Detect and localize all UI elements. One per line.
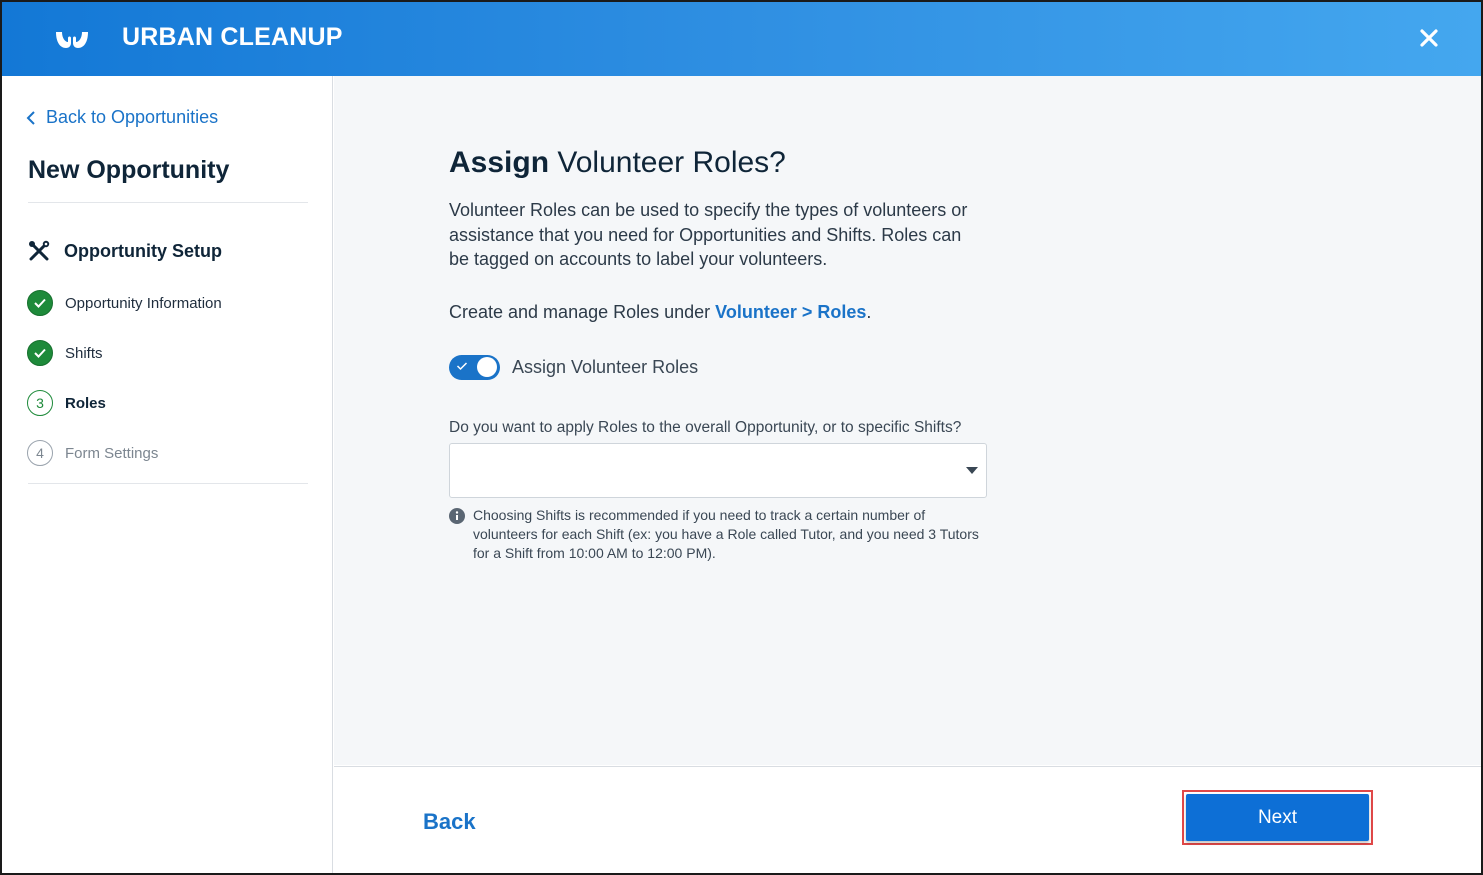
- close-button[interactable]: [1415, 24, 1443, 52]
- heading-rest: Volunteer Roles?: [549, 146, 786, 179]
- app-title: URBAN CLEANUP: [122, 23, 343, 51]
- page-title: New Opportunity: [28, 156, 230, 184]
- manage-roles-text: Create and manage Roles under Volunteer …: [449, 302, 1009, 323]
- caret-down-icon: [966, 466, 978, 474]
- wizard-footer: Back Next: [334, 766, 1481, 873]
- assign-roles-toggle[interactable]: [449, 354, 500, 380]
- step-label: Form Settings: [65, 444, 159, 462]
- section-label: Opportunity Setup: [64, 240, 222, 261]
- app-window: URBAN CLEANUP Back to Opportunities New …: [0, 0, 1483, 875]
- manage-prefix: Create and manage Roles under: [449, 301, 716, 322]
- app-header: URBAN CLEANUP: [2, 2, 1481, 76]
- step-opportunity-information[interactable]: Opportunity Information: [27, 290, 222, 316]
- roles-form: Assign Volunteer Roles? Volunteer Roles …: [449, 146, 1009, 563]
- roles-description: Volunteer Roles can be used to specify t…: [449, 200, 968, 269]
- step-form-settings[interactable]: 4 Form Settings: [27, 440, 158, 466]
- page-heading: Assign Volunteer Roles?: [449, 146, 1009, 180]
- step-label: Shifts: [65, 344, 103, 362]
- step-label: Roles: [65, 394, 106, 412]
- apply-roles-question: Do you want to apply Roles to the overal…: [449, 418, 962, 436]
- hint-row: Choosing Shifts is recommended if you ne…: [449, 506, 979, 563]
- volunteer-roles-link[interactable]: Volunteer > Roles: [715, 302, 866, 322]
- chevron-left-icon: [26, 110, 35, 125]
- hint-text: Choosing Shifts is recommended if you ne…: [473, 506, 979, 561]
- step-complete-badge: [27, 340, 53, 366]
- assign-roles-toggle-row: Assign Volunteer Roles: [449, 354, 1009, 380]
- checkmark-icon: [456, 361, 468, 370]
- main-panel: Assign Volunteer Roles? Volunteer Roles …: [334, 76, 1481, 765]
- toggle-label: Assign Volunteer Roles: [512, 356, 699, 377]
- step-number-badge: 3: [27, 390, 53, 416]
- checkmark-icon: [34, 348, 46, 358]
- section-opportunity-setup: Opportunity Setup: [28, 240, 222, 262]
- step-shifts[interactable]: Shifts: [27, 340, 103, 366]
- info-icon: [449, 507, 465, 524]
- close-icon: [1420, 29, 1438, 47]
- sidebar-divider: [28, 483, 308, 484]
- next-button[interactable]: Next: [1186, 794, 1369, 841]
- step-complete-badge: [27, 290, 53, 316]
- step-roles[interactable]: 3 Roles: [27, 390, 106, 416]
- step-label: Opportunity Information: [65, 294, 222, 312]
- tools-icon: [29, 240, 50, 261]
- next-button-highlight: Next: [1182, 790, 1373, 845]
- sidebar-divider: [28, 202, 308, 203]
- checkmark-icon: [34, 298, 46, 308]
- heading-bold: Assign: [449, 146, 550, 179]
- sidebar: Back to Opportunities New Opportunity Op…: [2, 76, 333, 873]
- apply-roles-select[interactable]: [449, 442, 987, 498]
- hands-logo-icon: [56, 32, 88, 48]
- back-button[interactable]: Back: [423, 809, 476, 835]
- step-number-badge: 4: [27, 440, 53, 466]
- back-to-opportunities-link[interactable]: Back to Opportunities: [26, 107, 218, 128]
- manage-suffix: .: [866, 301, 872, 322]
- back-link-label: Back to Opportunities: [46, 107, 219, 127]
- toggle-knob: [477, 357, 497, 377]
